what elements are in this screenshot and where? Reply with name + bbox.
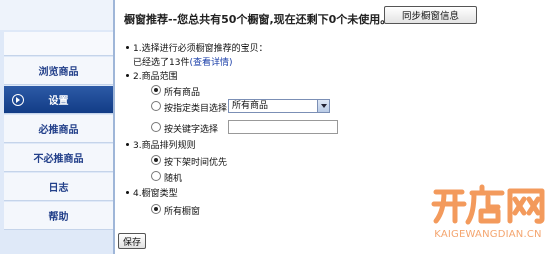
radio-by-delist-time[interactable] (151, 155, 161, 165)
sidebar-item-not-recommend[interactable]: 不必推商品 (4, 144, 113, 172)
sidebar: 浏览商品 设置 必推商品 不必推商品 日志 帮助 (0, 0, 113, 254)
section2-label: 2.商品范围 (133, 72, 178, 82)
chevron-down-icon[interactable] (317, 100, 329, 112)
sidebar-item-label: 必推商品 (38, 125, 79, 136)
radio-by-delist-time-label: 按下架时间优先 (164, 158, 228, 168)
radio-random-label: 随机 (164, 174, 183, 184)
watermark-url: KAIGEWANGDIAN.CN (434, 229, 542, 240)
view-details-link[interactable]: (查看详情) (189, 58, 232, 68)
keyword-input[interactable] (228, 120, 338, 134)
sidebar-item-log[interactable]: 日志 (4, 173, 113, 201)
sidebar-item-label: 帮助 (48, 212, 69, 223)
header: 橱窗推荐--您总共有50个橱窗,现在还剩下0个未使用。 同步橱窗信息 (115, 0, 554, 30)
section1-label: 1.选择进行必须橱窗推荐的宝贝： (133, 44, 268, 54)
sidebar-item-must-recommend[interactable]: 必推商品 (4, 115, 113, 143)
sidebar-item-label: 不必推商品 (33, 154, 84, 165)
radio-by-category[interactable] (151, 101, 161, 111)
selected-count-text: 已经选了13件 (133, 58, 190, 68)
category-select[interactable]: 所有商品 (228, 99, 330, 113)
radio-all-goods-label: 所有商品 (164, 88, 201, 98)
radio-random[interactable] (151, 171, 161, 181)
section4-label: 4.橱窗类型 (133, 189, 178, 199)
sidebar-item-label: 浏览商品 (38, 67, 79, 78)
radio-all-windows[interactable] (151, 204, 161, 214)
radio-by-keyword-label: 按关键字选择 (164, 125, 219, 135)
bullet-icon (126, 143, 129, 146)
section3-label: 3.商品排列规则 (133, 141, 196, 151)
sync-window-button[interactable]: 同步橱窗信息 (384, 6, 477, 24)
sidebar-item-help[interactable]: 帮助 (4, 202, 113, 230)
sidebar-header (0, 0, 113, 30)
watermark-logo (431, 184, 545, 225)
arrow-right-icon (12, 94, 24, 106)
category-select-value: 所有商品 (232, 101, 269, 111)
bullet-icon (126, 74, 129, 77)
save-button[interactable]: 保存 (118, 233, 146, 249)
radio-by-keyword[interactable] (151, 122, 161, 132)
radio-all-windows-label: 所有橱窗 (164, 207, 201, 217)
radio-by-category-label: 按指定类目选择 (164, 104, 228, 114)
bullet-icon (126, 46, 129, 49)
sidebar-item-settings[interactable]: 设置 (4, 86, 113, 114)
radio-all-goods[interactable] (151, 85, 161, 95)
watermark: KAIGEWANGDIAN.CN (424, 183, 552, 251)
bullet-icon (126, 191, 129, 194)
section1-selected-info: 已经选了13件(查看详情) (133, 55, 232, 68)
sidebar-item-label: 设置 (48, 96, 69, 107)
page-title: 橱窗推荐--您总共有50个橱窗,现在还剩下0个未使用。 (124, 13, 392, 26)
sidebar-spacer (4, 32, 113, 56)
sidebar-item-browse-goods[interactable]: 浏览商品 (4, 57, 113, 85)
sidebar-item-label: 日志 (48, 183, 69, 194)
